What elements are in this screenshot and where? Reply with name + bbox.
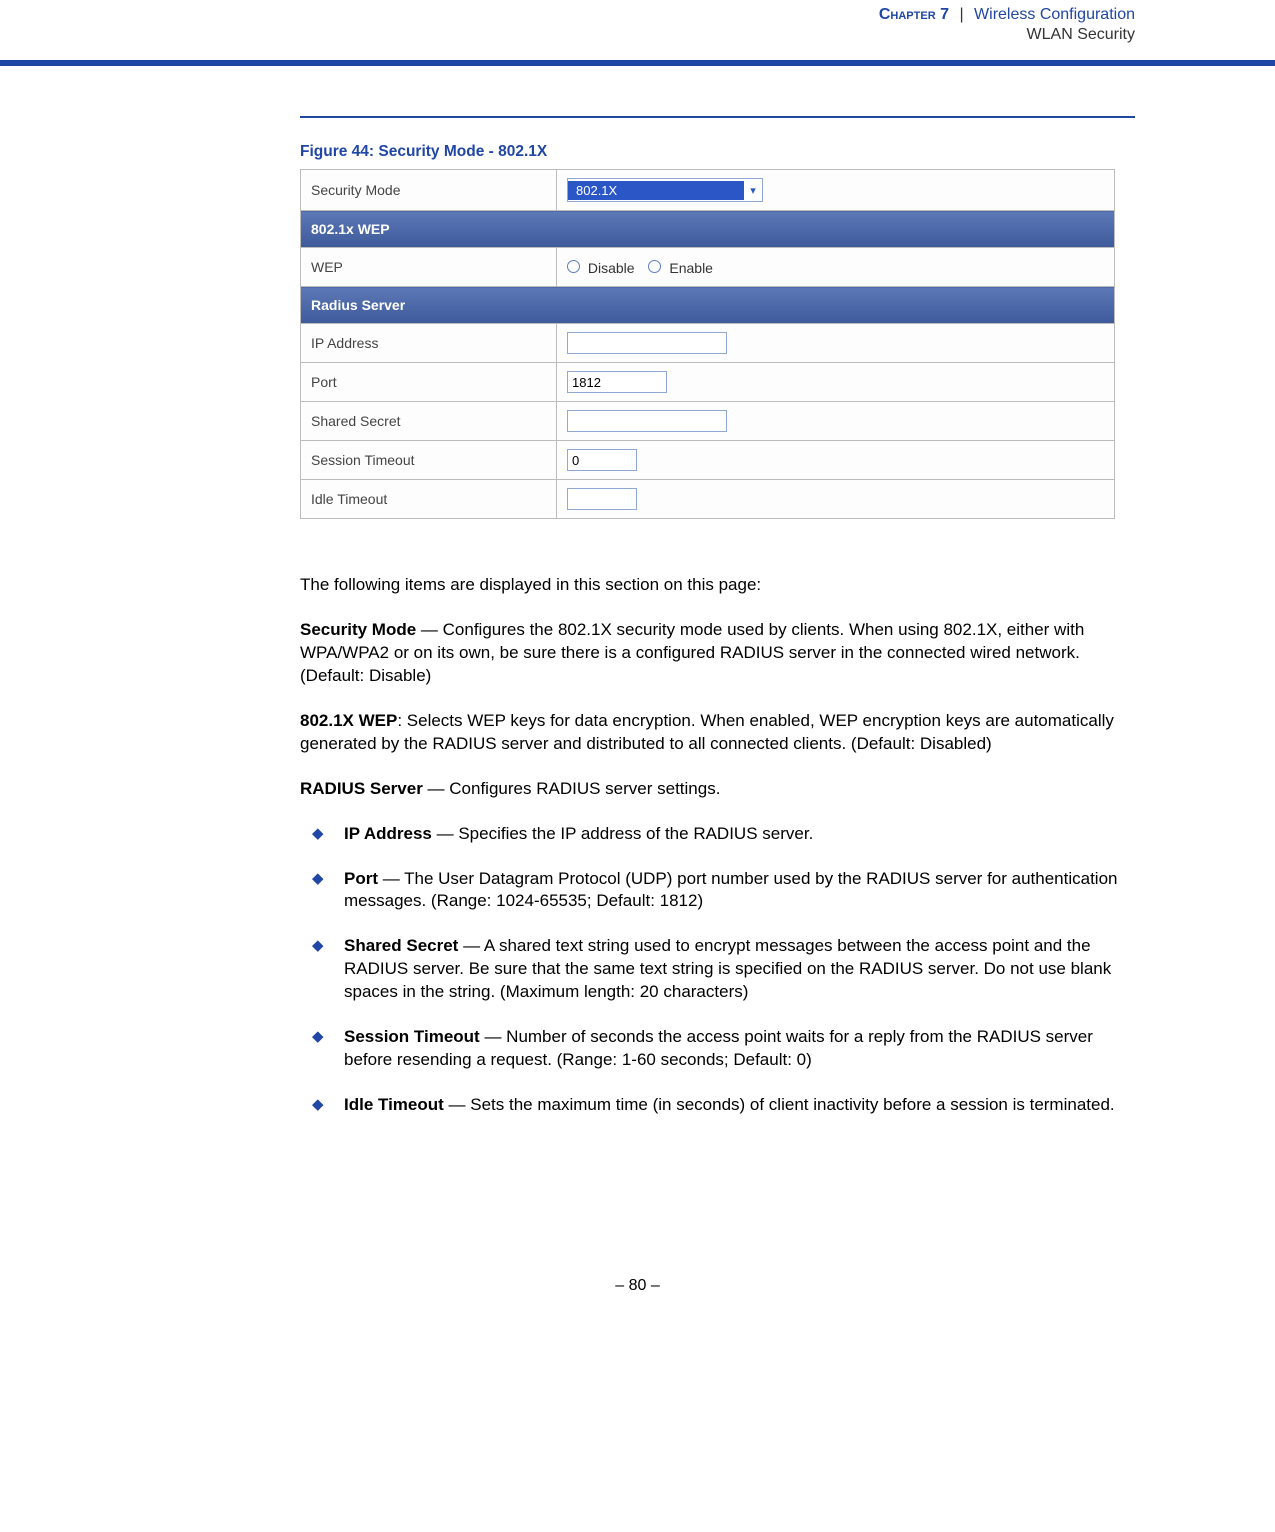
wep-disable-label: Disable bbox=[588, 260, 635, 276]
intro-paragraph: The following items are displayed in thi… bbox=[300, 574, 1135, 597]
security-mode-value: 802.1X bbox=[568, 181, 744, 200]
shared-secret-input[interactable] bbox=[567, 410, 727, 432]
header-band bbox=[0, 60, 1275, 66]
port-term: Port bbox=[344, 869, 378, 888]
row-idle-timeout: Idle Timeout bbox=[301, 480, 1115, 519]
list-item-ip: IP Address — Specifies the IP address of… bbox=[300, 823, 1135, 846]
security-mode-term: Security Mode bbox=[300, 620, 416, 639]
page-footer: – 80 – bbox=[0, 1277, 1275, 1295]
row-port: Port bbox=[301, 363, 1115, 402]
radius-paragraph: RADIUS Server — Configures RADIUS server… bbox=[300, 778, 1135, 801]
row-shared-secret: Shared Secret bbox=[301, 402, 1115, 441]
wep-disable-radio[interactable] bbox=[567, 260, 580, 273]
session-timeout-label: Session Timeout bbox=[301, 441, 557, 480]
ip-address-input[interactable] bbox=[567, 332, 727, 354]
wep-label: WEP bbox=[301, 248, 557, 287]
wep-enable-label: Enable bbox=[669, 260, 713, 276]
chapter-label: Chapter 7 bbox=[879, 6, 949, 23]
security-mode-select[interactable]: 802.1X ▾ bbox=[567, 178, 763, 202]
secret-term: Shared Secret bbox=[344, 936, 458, 955]
body-text: The following items are displayed in thi… bbox=[300, 574, 1135, 1117]
row-session-timeout: Session Timeout bbox=[301, 441, 1115, 480]
chevron-down-icon: ▾ bbox=[744, 184, 762, 197]
header-separator: | bbox=[959, 6, 963, 23]
section-radius-server: Radius Server bbox=[301, 287, 1115, 324]
subsection-label: WLAN Security bbox=[0, 24, 1135, 44]
wep-enable-radio[interactable] bbox=[648, 260, 661, 273]
security-mode-body: — Configures the 802.1X security mode us… bbox=[300, 620, 1084, 685]
radius-body: — Configures RADIUS server settings. bbox=[423, 779, 721, 798]
section-8021x-wep: 802.1x WEP bbox=[301, 211, 1115, 248]
figure-rule bbox=[300, 116, 1135, 118]
security-mode-paragraph: Security Mode — Configures the 802.1X se… bbox=[300, 619, 1135, 688]
radius-term: RADIUS Server bbox=[300, 779, 423, 798]
row-ip-address: IP Address bbox=[301, 324, 1115, 363]
figure-caption: Figure 44: Security Mode - 802.1X bbox=[300, 143, 1135, 161]
wep-term: 802.1X WEP bbox=[300, 711, 397, 730]
ip-body: — Specifies the IP address of the RADIUS… bbox=[432, 824, 813, 843]
list-item-session: Session Timeout — Number of seconds the … bbox=[300, 1026, 1135, 1072]
idle-body: — Sets the maximum time (in seconds) of … bbox=[444, 1095, 1115, 1114]
list-item-idle: Idle Timeout — Sets the maximum time (in… bbox=[300, 1094, 1135, 1117]
port-label: Port bbox=[301, 363, 557, 402]
ip-address-label: IP Address bbox=[301, 324, 557, 363]
ip-term: IP Address bbox=[344, 824, 432, 843]
list-item-port: Port — The User Datagram Protocol (UDP) … bbox=[300, 868, 1135, 914]
section-8021x-wep-label: 802.1x WEP bbox=[301, 211, 1115, 248]
security-mode-label: Security Mode bbox=[301, 170, 557, 211]
row-security-mode: Security Mode 802.1X ▾ bbox=[301, 170, 1115, 211]
session-timeout-input[interactable] bbox=[567, 449, 637, 471]
wep-paragraph: 802.1X WEP: Selects WEP keys for data en… bbox=[300, 710, 1135, 756]
port-input[interactable] bbox=[567, 371, 667, 393]
shared-secret-label: Shared Secret bbox=[301, 402, 557, 441]
port-body: — The User Datagram Protocol (UDP) port … bbox=[344, 869, 1118, 911]
wep-body: : Selects WEP keys for data encryption. … bbox=[300, 711, 1114, 753]
list-item-secret: Shared Secret — A shared text string use… bbox=[300, 935, 1135, 1004]
row-wep: WEP Disable Enable bbox=[301, 248, 1115, 287]
radius-options-list: IP Address — Specifies the IP address of… bbox=[300, 823, 1135, 1117]
idle-timeout-input[interactable] bbox=[567, 488, 637, 510]
section-label: Wireless Configuration bbox=[974, 6, 1135, 23]
idle-timeout-label: Idle Timeout bbox=[301, 480, 557, 519]
secret-body: — A shared text string used to encrypt m… bbox=[344, 936, 1111, 1001]
security-form-table: Security Mode 802.1X ▾ 802.1x WEP WEP Di… bbox=[300, 169, 1115, 519]
page-header: Chapter 7 | Wireless Configuration WLAN … bbox=[0, 0, 1275, 48]
idle-term: Idle Timeout bbox=[344, 1095, 444, 1114]
session-term: Session Timeout bbox=[344, 1027, 480, 1046]
section-radius-server-label: Radius Server bbox=[301, 287, 1115, 324]
